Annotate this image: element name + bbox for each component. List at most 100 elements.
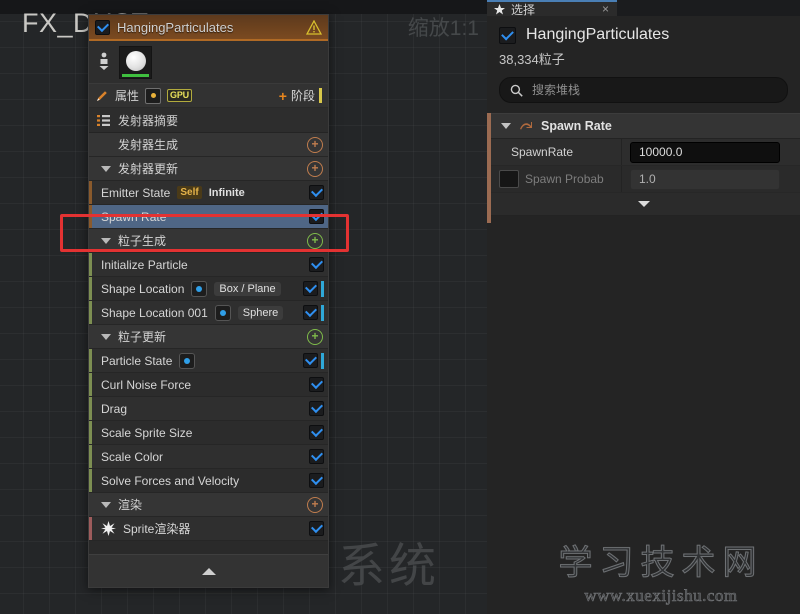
section-header[interactable]: 渲染 + (89, 493, 328, 517)
property-value-text: 10000.0 (639, 145, 683, 159)
pin-icon[interactable] (97, 50, 111, 74)
details-enabled-checkbox[interactable] (499, 26, 516, 44)
module-binding-dot-icon[interactable] (191, 280, 208, 297)
details-tabbar: 选择 × (487, 0, 800, 17)
module-accent-strip (89, 301, 92, 324)
chevron-down-icon[interactable] (101, 165, 111, 172)
section-label: 发射器生成 (118, 138, 179, 152)
emitter-header[interactable]: HangingParticulates (89, 15, 328, 41)
module-enabled-checkbox[interactable] (309, 185, 324, 200)
module-label: Drag (101, 401, 128, 416)
search-icon (510, 84, 523, 97)
module-shape-pill[interactable]: Sphere (237, 305, 284, 320)
chevron-down-icon[interactable] (101, 237, 111, 244)
property-value-field[interactable]: 10000.0 (630, 141, 780, 163)
section-label: 发射器更新 (118, 162, 179, 176)
module-label: Scale Sprite Size (101, 425, 193, 440)
chevron-up-icon (201, 567, 216, 575)
add-module-button[interactable]: + (307, 232, 323, 249)
collapse-panel-button[interactable] (89, 554, 328, 587)
add-module-button[interactable]: + (307, 160, 323, 177)
add-module-button[interactable]: + (307, 496, 323, 513)
add-module-button[interactable]: + (307, 328, 323, 345)
module-label: Scale Color (101, 449, 164, 464)
module-enabled-checkbox[interactable] (303, 353, 318, 368)
pencil-icon[interactable] (95, 89, 109, 103)
module-accent-strip (89, 277, 92, 300)
stage-yellow-bar (319, 88, 322, 103)
section-header[interactable]: 粒子生成 + (89, 229, 328, 253)
module-row[interactable]: Particle State (89, 349, 328, 373)
module-row[interactable]: Drag (89, 397, 328, 421)
orange-dot-badge-icon[interactable] (145, 87, 162, 104)
module-cyan-indicator (321, 304, 324, 321)
tab-selection[interactable]: 选择 × (487, 0, 617, 17)
module-row[interactable]: Curl Noise Force (89, 373, 328, 397)
search-stack-box[interactable] (499, 77, 788, 103)
module-enabled-checkbox[interactable] (309, 377, 324, 392)
module-enabled-checkbox[interactable] (309, 521, 324, 536)
section-header[interactable]: 发射器生成 + (89, 133, 328, 157)
details-expand-button[interactable] (487, 193, 800, 216)
list-icon (97, 114, 110, 126)
close-icon[interactable]: × (602, 3, 609, 15)
add-stage-plus-icon[interactable]: + (279, 89, 287, 103)
module-row[interactable]: Scale Sprite Size (89, 421, 328, 445)
module-accent-strip (89, 469, 92, 492)
module-enabled-checkbox[interactable] (309, 473, 324, 488)
module-cyan-indicator (321, 352, 324, 369)
emitter-enabled-checkbox[interactable] (95, 19, 110, 35)
property-value-field[interactable]: 1.0 (630, 168, 780, 190)
tab-selection-label: 选择 (511, 2, 536, 17)
module-row[interactable]: Sprite渲染器 (89, 517, 328, 541)
watermark: 学习技术网 www.xuexijishu.com (536, 535, 786, 606)
module-row-selected[interactable]: Spawn Rate (89, 205, 328, 229)
module-label: Sprite渲染器 (123, 522, 191, 536)
module-row[interactable]: Shape Location Box / Plane (89, 277, 328, 301)
background-ghost-label: 系统 (338, 539, 440, 592)
module-enabled-checkbox[interactable] (309, 209, 324, 224)
module-enabled-checkbox[interactable] (309, 257, 324, 272)
burst-icon (101, 521, 116, 536)
section-header[interactable]: 粒子更新 + (89, 325, 328, 349)
emitter-thumbnail[interactable] (119, 45, 152, 79)
module-stack: 发射器生成 + 发射器更新 + Emitter State Self Infinite Spa… (89, 133, 328, 554)
module-enabled-checkbox[interactable] (309, 401, 324, 416)
details-group-spawn-rate[interactable]: Spawn Rate (487, 113, 800, 139)
module-label: Initialize Particle (101, 257, 188, 272)
stage-label[interactable]: 阶段 (291, 87, 315, 104)
property-color-swatch[interactable] (499, 170, 519, 188)
emitter-summary-row[interactable]: 发射器摘要 (89, 108, 328, 133)
module-enabled-checkbox[interactable] (309, 425, 324, 440)
module-row[interactable]: Initialize Particle (89, 253, 328, 277)
module-label: Particle State (101, 353, 173, 368)
module-row[interactable]: Scale Color (89, 445, 328, 469)
module-row[interactable]: Solve Forces and Velocity (89, 469, 328, 493)
module-scope-tag: Self (177, 186, 202, 199)
attributes-label: 属性 (115, 89, 140, 103)
module-accent-strip (89, 421, 92, 444)
module-mode-tag: Infinite (208, 186, 245, 199)
module-row[interactable]: Shape Location 001 Sphere (89, 301, 328, 325)
module-label: Shape Location 001 (101, 305, 208, 320)
module-binding-dot-icon[interactable] (214, 304, 231, 321)
section-header[interactable]: 发射器更新 + (89, 157, 328, 181)
chevron-down-icon[interactable] (501, 123, 511, 129)
attributes-toolbar: 属性 GPU + 阶段 (89, 84, 328, 108)
module-enabled-checkbox[interactable] (303, 281, 318, 296)
module-label: Emitter State (101, 185, 171, 200)
chevron-down-icon[interactable] (101, 333, 111, 340)
details-body: Spawn Rate SpawnRate 10000.0 Spawn Probab 1… (487, 113, 800, 223)
property-row: SpawnRate 10000.0 (487, 139, 800, 166)
add-module-button[interactable]: + (307, 136, 323, 153)
chevron-down-icon[interactable] (101, 501, 111, 508)
search-stack-input[interactable] (530, 82, 777, 98)
module-binding-dot-icon[interactable] (179, 352, 196, 369)
module-enabled-checkbox[interactable] (309, 449, 324, 464)
details-property-list: SpawnRate 10000.0 Spawn Probab 1.0 (487, 139, 800, 193)
module-enabled-checkbox[interactable] (303, 305, 318, 320)
module-row[interactable]: Emitter State Self Infinite (89, 181, 328, 205)
thumbnail-green-bar (122, 73, 149, 77)
property-row: Spawn Probab 1.0 (487, 166, 800, 193)
module-shape-pill[interactable]: Box / Plane (214, 281, 281, 296)
